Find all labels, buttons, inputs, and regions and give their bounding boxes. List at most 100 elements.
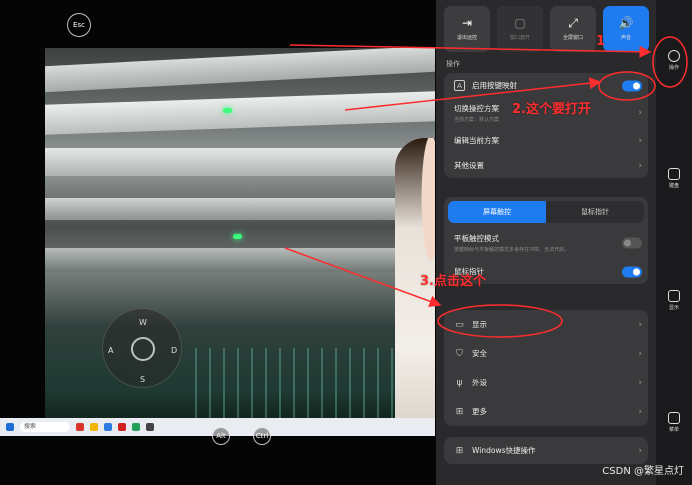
key-mapping-label: 启用按键映射 (472, 81, 517, 90)
tablet-mode-toggle[interactable] (622, 237, 642, 249)
esc-button[interactable]: Esc (67, 13, 91, 37)
tablet-mode-row[interactable]: 平板触控模式 按键映射与平板触控模式多身存在冲突，无法开启。 (444, 227, 648, 259)
quick-actions: ⇥ 退出远控 ▢ 窗口放开 ⤢ 全屏窗口 🔊 声音 (444, 6, 649, 52)
shield-icon: ⛉ (456, 348, 463, 359)
security-row[interactable]: ⛉ 安全 › (444, 339, 648, 368)
key-mapping-row[interactable]: A 启用按键映射 (444, 73, 648, 98)
security-label: 安全 (472, 349, 487, 358)
chevron-right-icon: › (638, 406, 642, 417)
tablet-mode-text: 平板触控模式 按键映射与平板触控模式多身存在冲突，无法开启。 (454, 233, 569, 253)
joystick-key-s: S (140, 375, 146, 384)
more-row[interactable]: ⊞ 更多 › (444, 397, 648, 426)
section-title: 操作 (446, 60, 460, 68)
edit-scheme-label: 编辑当前方案 (454, 136, 499, 145)
exit-icon: ⇥ (461, 16, 473, 30)
key-mapping-toggle[interactable] (622, 80, 642, 91)
exit-remote-button[interactable]: ⇥ 退出远控 (444, 6, 490, 52)
joystick-key-a: A (108, 346, 114, 355)
joystick-key-d: D (171, 346, 178, 355)
quick-action-label: 全屏窗口 (562, 35, 583, 41)
building-floor (45, 148, 435, 176)
display-label: 显示 (472, 320, 487, 329)
chevron-right-icon: › (638, 445, 642, 456)
building-floor (45, 48, 435, 93)
windows-shortcuts-row[interactable]: ⊞ Windows快捷操作 › (444, 437, 648, 464)
chevron-right-icon: › (638, 135, 642, 146)
other-settings-label: 其他设置 (454, 161, 484, 170)
annotation-step1: 1 (596, 34, 606, 49)
wps-icon[interactable] (118, 423, 126, 431)
more-label: 更多 (472, 407, 487, 416)
virtual-joystick[interactable]: W A D S (102, 308, 182, 388)
tab-mouse-pointer[interactable]: 鼠标指针 (546, 201, 644, 223)
operations-card: A 启用按键映射 切换操控方案 当前方案：默认方案 › 编辑当前方案 › 其他设… (444, 73, 648, 178)
rail-label: 键盘 (668, 183, 679, 189)
rail-item-menu[interactable]: 菜单 (662, 412, 686, 433)
annotation-step2: 2.这个要打开 (512, 102, 591, 117)
ctrl-key-button[interactable]: Ctrl (253, 427, 271, 445)
current-scheme-label: 当前方案：默认方案 (454, 117, 500, 123)
switch-scheme-label: 切换操控方案 (454, 104, 499, 113)
pointer-toggle[interactable] (622, 266, 642, 277)
settings-card: ▭ 显示 › ⛉ 安全 › ψ 外设 › ⊞ 更多 › (444, 310, 648, 426)
chevron-right-icon: › (638, 108, 642, 118)
tablet-mode-hint: 按键映射与平板触控模式多身存在冲突，无法开启。 (454, 247, 570, 253)
rail-item-keyboard[interactable]: 键盘 (662, 168, 686, 189)
windows-shortcuts-card: ⊞ Windows快捷操作 › (444, 437, 648, 464)
building-floor (45, 91, 435, 135)
window-icon: ▢ (514, 16, 526, 30)
alt-key-button[interactable]: Alt (212, 427, 230, 445)
chrome-icon[interactable] (132, 423, 140, 431)
fullscreen-button[interactable]: ⤢ 全屏窗口 (550, 6, 596, 52)
green-light (223, 108, 232, 113)
taskbar-search[interactable]: 搜索 (20, 422, 70, 432)
sound-button[interactable]: 🔊 声音 (603, 6, 649, 52)
quick-action-label: 声音 (620, 35, 631, 41)
peripherals-row[interactable]: ψ 外设 › (444, 368, 648, 397)
edit-scheme-row[interactable]: 编辑当前方案 › (444, 128, 648, 153)
window-release-button[interactable]: ▢ 窗口放开 (497, 6, 543, 52)
app-icon[interactable] (76, 423, 84, 431)
rail-item-display[interactable]: 显示 (662, 290, 686, 311)
windows-shortcuts-label: Windows快捷操作 (472, 446, 536, 455)
rail-item-operations[interactable]: 操作 (662, 50, 686, 71)
green-light (233, 234, 242, 239)
building-floor (45, 248, 435, 272)
controller-icon (668, 50, 680, 62)
side-rail: 操作 键盘 显示 菜单 (656, 0, 692, 485)
folder-icon[interactable] (90, 423, 98, 431)
windows-icon: ⊞ (455, 445, 464, 456)
screen-icon (668, 290, 680, 302)
switch-scheme-text: 切换操控方案 当前方案：默认方案 (454, 103, 499, 123)
speaker-icon: 🔊 (618, 16, 634, 30)
edge-icon[interactable] (104, 423, 112, 431)
rail-label: 操作 (668, 65, 679, 71)
csdn-watermark: CSDN @繁星点灯 (602, 466, 684, 477)
app-icon[interactable] (146, 423, 154, 431)
usb-icon: ψ (456, 377, 463, 388)
rail-label: 显示 (668, 305, 679, 311)
quick-action-label: 窗口放开 (509, 35, 530, 41)
fullscreen-icon: ⤢ (568, 16, 578, 30)
annotation-step3: 3.点击这个 (420, 274, 486, 289)
joystick-knob[interactable] (131, 337, 155, 361)
other-settings-row[interactable]: 其他设置 › (444, 153, 648, 178)
grid-icon: ⊞ (455, 406, 464, 417)
touch-mode-tabs: 屏幕触控 鼠标指针 (448, 201, 644, 223)
quick-action-label: 退出远控 (456, 35, 477, 41)
menu-icon (668, 412, 680, 424)
remote-desktop-view[interactable] (45, 48, 435, 436)
tab-screen-touch[interactable]: 屏幕触控 (448, 201, 546, 223)
peripherals-label: 外设 (472, 378, 487, 387)
keyboard-a-icon: A (454, 80, 465, 91)
joystick-key-w: W (139, 318, 147, 327)
rail-label: 菜单 (668, 427, 679, 433)
windows-start-icon[interactable] (6, 423, 14, 431)
chevron-right-icon: › (638, 319, 642, 330)
chevron-right-icon: › (638, 160, 642, 171)
keyboard-icon (668, 168, 680, 180)
chevron-right-icon: › (638, 348, 642, 359)
chevron-right-icon: › (638, 377, 642, 388)
control-panel: ⇥ 退出远控 ▢ 窗口放开 ⤢ 全屏窗口 🔊 声音 操作 A 启用按键映射 切换… (436, 0, 656, 485)
display-row[interactable]: ▭ 显示 › (444, 310, 648, 339)
